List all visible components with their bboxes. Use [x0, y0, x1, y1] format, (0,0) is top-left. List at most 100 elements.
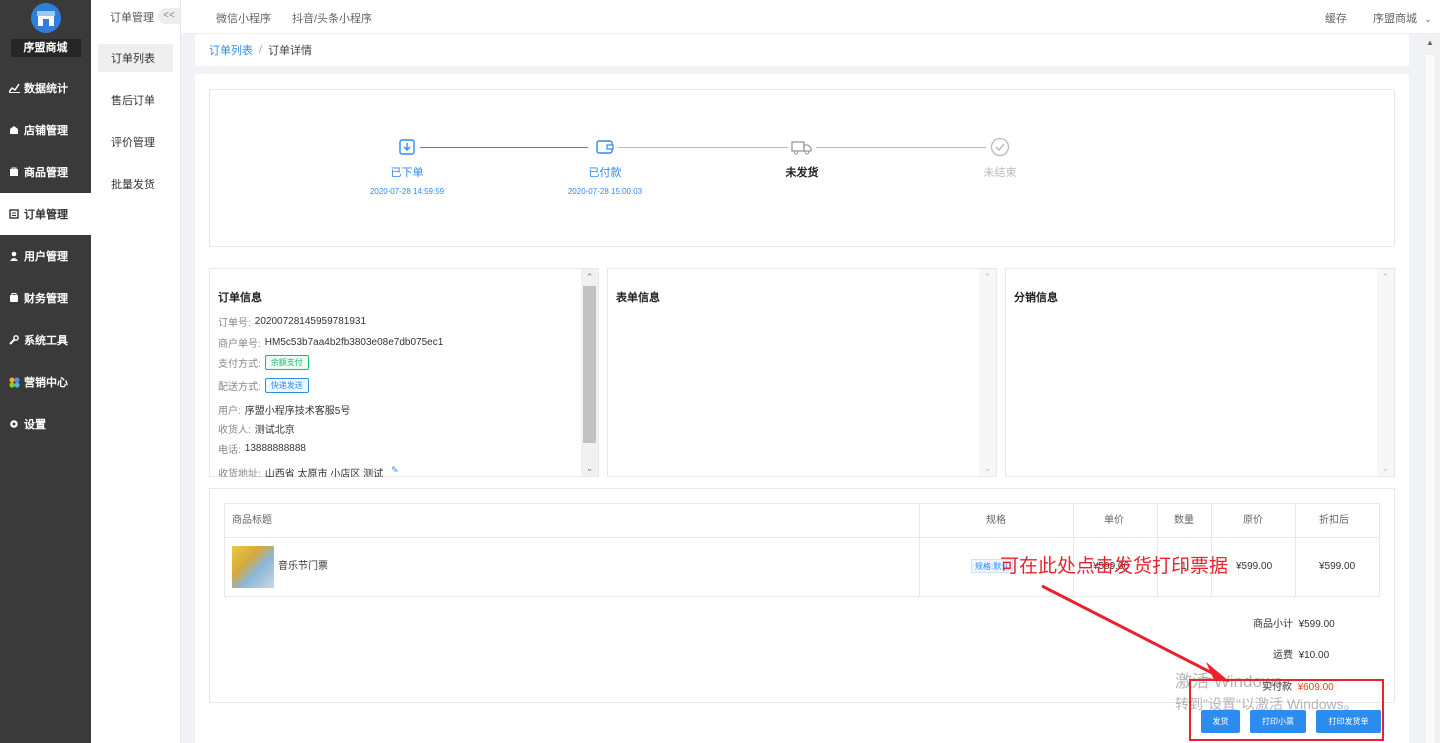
order-icon	[8, 208, 20, 220]
step-finished: 未结束	[940, 136, 1060, 180]
scroll-up-icon[interactable]: ⌃	[979, 269, 996, 285]
step-time: 2020-07-28 14:59:59	[369, 187, 445, 196]
sidebar-item-orders[interactable]: 订单管理	[0, 193, 91, 235]
col-discounted: 折扣后	[1319, 515, 1349, 526]
annotation-arrow	[1041, 584, 1230, 682]
sidebar-item-statistics[interactable]: 数据统计	[0, 67, 91, 109]
distribution-info-scrollbar[interactable]: ⌃ ⌄	[1377, 269, 1394, 476]
user-label: 用户:	[218, 406, 241, 417]
sidebar-item-shop[interactable]: 店铺管理	[0, 109, 91, 151]
sidebar-item-label: 系统工具	[24, 335, 68, 347]
original-price: ¥599.00	[1236, 561, 1273, 572]
step-label: 未结束	[983, 167, 1017, 179]
address-value: 山西省 太原市 小店区 测试	[264, 469, 384, 477]
sidebar-item-label: 店铺管理	[24, 125, 68, 137]
step-label: 已付款	[588, 167, 622, 179]
brand-logo[interactable]: 序盟商城	[0, 0, 91, 62]
delivery-method-label: 配送方式:	[218, 382, 261, 393]
payment-method-tag: 余额支付	[264, 355, 309, 370]
scroll-up-icon[interactable]: ▲	[1426, 38, 1434, 47]
freight-label: 运费	[1273, 650, 1293, 661]
sidebar-item-tools[interactable]: 系统工具	[0, 319, 91, 361]
annotation-text: 可在此处点击发货打印票据	[1000, 555, 1229, 577]
step-ordered: 已下单 2020-07-28 14:59:59	[347, 136, 467, 196]
order-progress-steps: 已下单 2020-07-28 14:59:59 已付款 2020-07-28 1…	[209, 89, 1395, 247]
page-scrollbar-thumb[interactable]	[1424, 54, 1436, 743]
sidebar-item-users[interactable]: 用户管理	[0, 235, 91, 277]
submenu-item-order-list[interactable]: 订单列表	[98, 44, 173, 72]
scroll-down-icon[interactable]: ⌄	[581, 460, 598, 476]
top-bar: 微信小程序 抖音/头条小程序 缓存 序盟商城 ⌄	[181, 0, 1440, 34]
submenu-item-batch-ship[interactable]: 批量发货	[98, 170, 173, 198]
cache-button[interactable]: 缓存	[1325, 10, 1347, 26]
wrench-icon	[8, 334, 20, 346]
sidebar-item-label: 财务管理	[24, 293, 68, 305]
order-info-scrollbar[interactable]: ⌃ ⌄	[581, 269, 598, 476]
sidebar-item-marketing[interactable]: 营销中心	[0, 361, 91, 403]
merchant-number-row: 商户单号: HM5c53b7aa4b2fb3803e08e7db075ec1	[218, 335, 443, 350]
sidebar-item-label: 数据统计	[24, 83, 68, 95]
tab-wechat[interactable]: 微信小程序	[216, 10, 271, 26]
merchant-number-label: 商户单号:	[218, 339, 261, 350]
delivery-method-row: 配送方式: 快递发送	[218, 378, 309, 393]
subtotal-row: 商品小计 ¥599.00	[1253, 615, 1335, 630]
annotation-highlight-box	[1189, 679, 1384, 741]
order-number-row: 订单号: 20200728145959781931	[218, 314, 366, 329]
user-icon	[8, 250, 20, 262]
sidebar-item-label: 商品管理	[24, 167, 68, 179]
scroll-up-icon[interactable]: ⌃	[581, 269, 598, 285]
finance-icon	[8, 292, 20, 304]
scrollbar-thumb[interactable]	[583, 286, 596, 443]
sidebar-item-finance[interactable]: 财务管理	[0, 277, 91, 319]
subtotal-value: ¥599.00	[1298, 619, 1335, 630]
scroll-down-icon[interactable]: ⌄	[979, 460, 996, 476]
step-paid: 已付款 2020-07-28 15:00:03	[545, 136, 665, 196]
scroll-down-icon[interactable]: ⌄	[1377, 460, 1394, 476]
payment-method-label: 支付方式:	[218, 359, 261, 370]
submenu-item-reviews[interactable]: 评价管理	[98, 128, 173, 156]
user-row: 用户: 序盟小程序技术客服5号	[218, 402, 350, 417]
order-number: 20200728145959781931	[254, 316, 367, 327]
marketing-icon	[8, 376, 20, 388]
product-image	[232, 546, 274, 588]
address-row: 收货地址: 山西省 太原市 小店区 测试 ✎	[218, 465, 399, 477]
col-spec: 规格	[986, 515, 1006, 526]
scroll-up-icon[interactable]: ⌃	[1377, 269, 1394, 285]
phone-row: 电话: 13888888888	[218, 441, 306, 456]
brand-name: 序盟商城	[10, 39, 81, 57]
submenu-item-after-sale[interactable]: 售后订单	[98, 86, 173, 114]
col-price: 单价	[1104, 515, 1124, 526]
page-scrollbar[interactable]: ▲	[1422, 36, 1438, 743]
tab-douyin[interactable]: 抖音/头条小程序	[292, 10, 372, 26]
order-info-title: 订单信息	[218, 292, 262, 304]
sidebar-item-settings[interactable]: 设置	[0, 403, 91, 445]
goods-icon	[8, 166, 20, 178]
breadcrumb: 订单列表 / 订单详情	[195, 34, 1409, 66]
breadcrumb-current: 订单详情	[268, 45, 313, 57]
sidebar-item-label: 营销中心	[24, 377, 68, 389]
edit-icon[interactable]: ✎	[391, 465, 399, 476]
sidebar-item-label: 订单管理	[24, 209, 68, 221]
product-title[interactable]: 音乐节门票	[278, 538, 328, 596]
receiver-label: 收货人:	[218, 425, 251, 436]
form-info-scrollbar[interactable]: ⌃ ⌄	[979, 269, 996, 476]
sidebar: 序盟商城 数据统计 店铺管理 商品管理 订单管理 用户管理 财务管理 系统工具 …	[0, 0, 91, 743]
wallet-icon	[594, 136, 616, 158]
subtotal-label: 商品小计	[1253, 619, 1293, 630]
divider	[1295, 504, 1296, 596]
user-menu[interactable]: 序盟商城 ⌄	[1373, 10, 1432, 26]
chart-icon	[8, 82, 20, 94]
collapse-button[interactable]: <<	[158, 8, 180, 24]
delivery-method-tag: 快递发送	[264, 378, 309, 393]
gear-icon	[8, 418, 20, 430]
sidebar-item-label: 用户管理	[24, 251, 68, 263]
store-logo-icon	[30, 3, 61, 33]
sidebar-item-label: 设置	[24, 419, 46, 431]
freight-row: 运费 ¥10.00	[1273, 646, 1329, 661]
breadcrumb-link-order-list[interactable]: 订单列表	[209, 42, 253, 58]
breadcrumb-separator: /	[259, 44, 263, 56]
phone-label: 电话:	[218, 445, 241, 456]
truck-icon	[791, 136, 813, 158]
sidebar-item-goods[interactable]: 商品管理	[0, 151, 91, 193]
step-time: 2020-07-28 15:00:03	[567, 187, 643, 196]
